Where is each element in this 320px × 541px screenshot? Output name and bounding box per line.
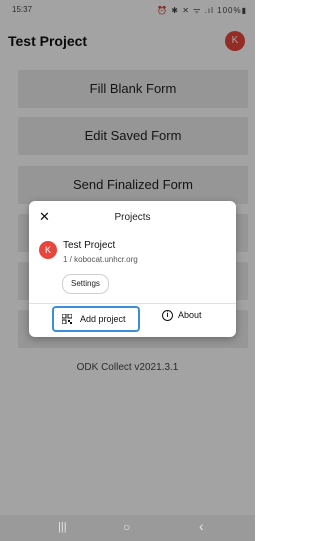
- about-label: About: [178, 310, 202, 320]
- recents-icon[interactable]: |||: [58, 521, 67, 533]
- settings-button[interactable]: Settings: [62, 274, 109, 294]
- add-project-button[interactable]: Add project: [52, 306, 140, 332]
- project-subtitle: 1 / kobocat.unhcr.org: [63, 255, 138, 264]
- projects-dialog: ✕ Projects K Test Project 1 / kobocat.un…: [29, 201, 236, 337]
- back-icon[interactable]: ‹: [199, 518, 204, 534]
- project-avatar: K: [39, 241, 57, 259]
- qr-code-icon: [62, 314, 72, 324]
- info-icon: i: [162, 310, 173, 321]
- dialog-title: Projects: [114, 212, 151, 223]
- project-name[interactable]: Test Project: [63, 240, 115, 251]
- add-project-label: Add project: [80, 314, 126, 324]
- home-icon[interactable]: ○: [123, 520, 130, 534]
- navigation-bar: ||| ○ ‹: [0, 515, 255, 541]
- divider: [29, 303, 236, 304]
